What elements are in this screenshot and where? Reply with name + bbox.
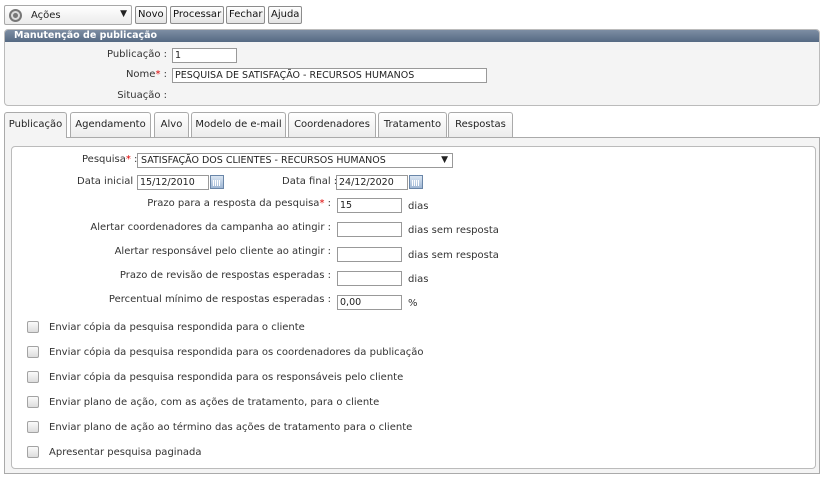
processar-button[interactable]: Processar — [170, 6, 225, 24]
calendar-icon[interactable] — [409, 175, 423, 189]
actions-dropdown-label: Ações — [31, 10, 61, 21]
checkbox-enviar-copia-coordenadores[interactable] — [27, 346, 39, 358]
novo-button[interactable]: Novo — [135, 6, 167, 24]
tab-respostas[interactable]: Respostas — [448, 112, 513, 137]
publicacao-field[interactable]: 1 — [172, 48, 237, 63]
percentual-field[interactable]: 0,00 — [337, 295, 402, 310]
percentual-label: Percentual mínimo de respostas esperadas… — [108, 294, 331, 305]
dropdown-arrow-icon: ▼ — [441, 155, 448, 165]
checkbox-label: Enviar cópia da pesquisa respondida para… — [49, 322, 305, 333]
fechar-button[interactable]: Fechar — [226, 6, 266, 24]
calendar-icon[interactable] — [210, 175, 224, 189]
prazo-revisao-unit: dias — [408, 274, 429, 285]
tab-content: Pesquisa* : SATISFAÇÃO DOS CLIENTES - RE… — [4, 137, 820, 474]
required-asterisk: * — [125, 154, 131, 165]
checkbox-label: Enviar cópia da pesquisa respondida para… — [49, 372, 404, 383]
alertar-responsavel-field[interactable] — [337, 247, 402, 262]
tab-alvo[interactable]: Alvo — [154, 112, 189, 137]
checkbox-enviar-plano-acao[interactable] — [27, 396, 39, 408]
tab-publicacao[interactable]: Publicação — [4, 112, 67, 138]
alertar-responsavel-unit: dias sem resposta — [408, 250, 499, 261]
actions-dropdown[interactable]: Ações ▼ — [4, 5, 132, 25]
form-area: Pesquisa* : SATISFAÇÃO DOS CLIENTES - RE… — [11, 146, 816, 469]
situacao-label: Situação : — [117, 90, 167, 101]
prazo-label: Prazo para a resposta da pesquisa* : — [147, 198, 331, 209]
prazo-unit: dias — [408, 201, 429, 212]
data-final-field[interactable]: 24/12/2020 — [336, 175, 408, 190]
chevron-down-icon: ▼ — [120, 9, 127, 19]
data-inicial-field[interactable]: 15/12/2010 — [137, 175, 209, 190]
percentual-unit: % — [408, 298, 418, 309]
tab-coordenadores[interactable]: Coordenadores — [288, 112, 376, 137]
required-asterisk: * — [319, 198, 325, 209]
publicacao-label: Publicação : — [106, 49, 167, 60]
nome-label: Nome* : — [125, 69, 167, 80]
data-final-label: Data final : — [282, 176, 338, 187]
checkbox-label: Enviar plano de ação ao término das açõe… — [49, 422, 413, 433]
prazo-field[interactable]: 15 — [337, 198, 402, 213]
checkbox-label: Enviar cópia da pesquisa respondida para… — [49, 347, 424, 358]
required-asterisk: * — [155, 69, 161, 80]
data-inicial-label: Data inicial : — [77, 176, 140, 187]
publication-panel: Manutenção de publicação Publicação : 1 … — [4, 29, 820, 106]
checkbox-enviar-copia-cliente[interactable] — [27, 321, 39, 333]
alertar-coordenadores-unit: dias sem resposta — [408, 225, 499, 236]
prazo-revisao-field[interactable] — [337, 271, 402, 286]
alertar-responsavel-label: Alertar responsável pelo cliente ao atin… — [114, 246, 331, 257]
pesquisa-label: Pesquisa* : — [82, 154, 138, 165]
pesquisa-select[interactable]: SATISFAÇÃO DOS CLIENTES - RECURSOS HUMAN… — [137, 153, 453, 168]
tab-agendamento[interactable]: Agendamento — [70, 112, 151, 137]
checkbox-enviar-copia-responsaveis[interactable] — [27, 371, 39, 383]
ajuda-button[interactable]: Ajuda — [268, 6, 303, 24]
alertar-coordenadores-field[interactable] — [337, 222, 402, 237]
prazo-revisao-label: Prazo de revisão de respostas esperadas … — [119, 270, 331, 281]
tab-tratamento[interactable]: Tratamento — [378, 112, 447, 137]
checkbox-label: Apresentar pesquisa paginada — [49, 447, 202, 458]
checkbox-enviar-plano-termino[interactable] — [27, 421, 39, 433]
nome-field[interactable]: PESQUISA DE SATISFAÇÃO - RECURSOS HUMANO… — [172, 68, 487, 83]
gear-icon — [9, 9, 22, 22]
checkbox-pesquisa-paginada[interactable] — [27, 446, 39, 458]
checkbox-label: Enviar plano de ação, com as ações de tr… — [49, 397, 380, 408]
pesquisa-select-value: SATISFAÇÃO DOS CLIENTES - RECURSOS HUMAN… — [141, 155, 386, 166]
tab-modelo-email[interactable]: Modelo de e-mail — [191, 112, 286, 137]
alertar-coordenadores-label: Alertar coordenadores da campanha ao ati… — [90, 222, 331, 233]
panel-title: Manutenção de publicação — [5, 30, 819, 42]
